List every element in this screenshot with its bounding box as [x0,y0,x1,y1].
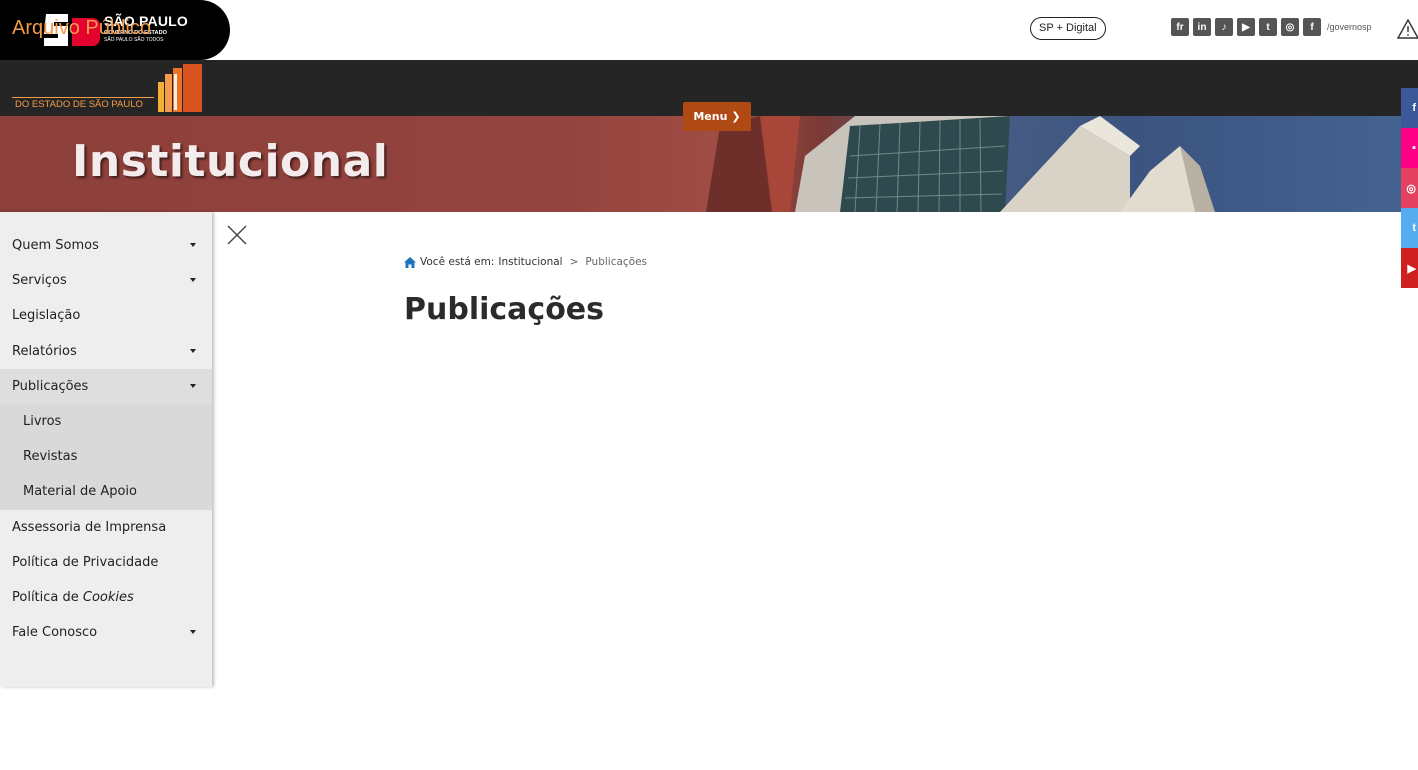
sidebar-item-label: Publicações [12,378,89,394]
sidebar-item-label: Legislação [12,308,81,324]
breadcrumb-current: Publicações [585,256,648,268]
sidebar-subitem-livros[interactable]: Livros [0,403,212,440]
page-title: Publicações [404,292,605,327]
breadcrumb: Você está em: Institucional > Publicaçõe… [404,256,647,268]
sidebar-item-label: Política de Privacidade [12,554,159,570]
twitter-icon[interactable]: t [1259,18,1277,36]
twitter-icon[interactable]: t [1401,208,1418,248]
sidebar-item-label-italic: Cookies [82,589,134,605]
sp-digital-button[interactable]: SP + Digital [1030,17,1106,40]
instagram-icon[interactable]: ◎ [1401,168,1418,208]
sidebar-item-servicos[interactable]: Serviços [0,263,212,298]
sidebar-item-politica-de-cookies[interactable]: Política de Cookies [0,580,212,615]
sidebar-item-politica-de-privacidade[interactable]: Política de Privacidade [0,545,212,580]
chevron-down-icon: ❯ [731,110,741,123]
breadcrumb-link-institucional[interactable]: Institucional [498,256,562,268]
menu-button-label: Menu [693,110,728,123]
sidebar-item-label: Quem Somos [12,238,99,253]
sidebar-item-label: Política de [12,589,83,605]
brand-name[interactable]: Arquivo Público [12,18,151,38]
gov-social-links: fr in ♪ ▶ t ◎ f /governosp [1171,18,1372,36]
hero-title: Institucional [72,136,389,187]
sidebar-item-label: Revistas [23,449,78,465]
sidebar-item-label: Assessoria de Imprensa [12,519,167,535]
caret-down-icon [190,243,196,247]
youtube-icon[interactable]: ▶ [1401,248,1418,288]
warning-icon[interactable] [1397,19,1418,39]
home-icon [404,256,416,268]
sidebar-item-assessoria-de-imprensa[interactable]: Assessoria de Imprensa [0,510,212,545]
flickr-icon[interactable]: ▪ [1401,128,1418,168]
brand-subname: DO ESTADO DE SÃO PAULO [12,97,154,111]
sidebar-item-fale-conosco[interactable]: Fale Conosco [0,615,212,650]
facebook-icon[interactable]: f [1303,18,1321,36]
caret-down-icon [190,278,196,283]
youtube-icon[interactable]: ▶ [1237,18,1255,36]
breadcrumb-separator: > [569,256,579,268]
sidebar-item-quem-somos[interactable]: Quem Somos [0,228,212,263]
sidebar-item-label: Relatórios [12,343,77,359]
social-handle: /governosp [1327,22,1372,32]
caret-down-icon [190,348,196,353]
floating-social-bar: f ▪ ◎ t ▶ [1401,88,1418,288]
sidebar-nav: Quem Somos Serviços Legislação Relatório… [0,212,212,687]
flickr-icon[interactable]: fr [1171,18,1189,36]
caret-down-icon [190,383,196,388]
instagram-icon[interactable]: ◎ [1281,18,1299,36]
sidebar-item-publicacoes[interactable]: Publicações [0,368,212,404]
sidebar-subitem-material-de-apoio[interactable]: Material de Apoio [0,474,212,510]
sidebar-subitem-revistas[interactable]: Revistas [0,439,212,475]
menu-button[interactable]: Menu ❯ [683,102,751,131]
sidebar-item-label: Fale Conosco [12,625,98,641]
breadcrumb-prefix: Você está em: [420,256,495,268]
caret-down-icon [190,630,196,635]
facebook-icon[interactable]: f [1401,88,1418,128]
sidebar-item-label: Serviços [12,273,67,289]
sidebar-item-label: Livros [23,413,62,429]
sidebar-item-legislacao[interactable]: Legislação [0,298,212,333]
sidebar-item-label: Material de Apoio [23,484,137,500]
tiktok-icon[interactable]: ♪ [1215,18,1233,36]
close-icon[interactable] [226,224,248,246]
linkedin-icon[interactable]: in [1193,18,1211,36]
archive-building-logo-icon [158,64,202,112]
gov-top-bar: SÃO PAULO GOVERNO DO ESTADO SÃO PAULO SÃ… [0,0,1418,60]
sidebar-item-relatorios[interactable]: Relatórios [0,334,212,369]
